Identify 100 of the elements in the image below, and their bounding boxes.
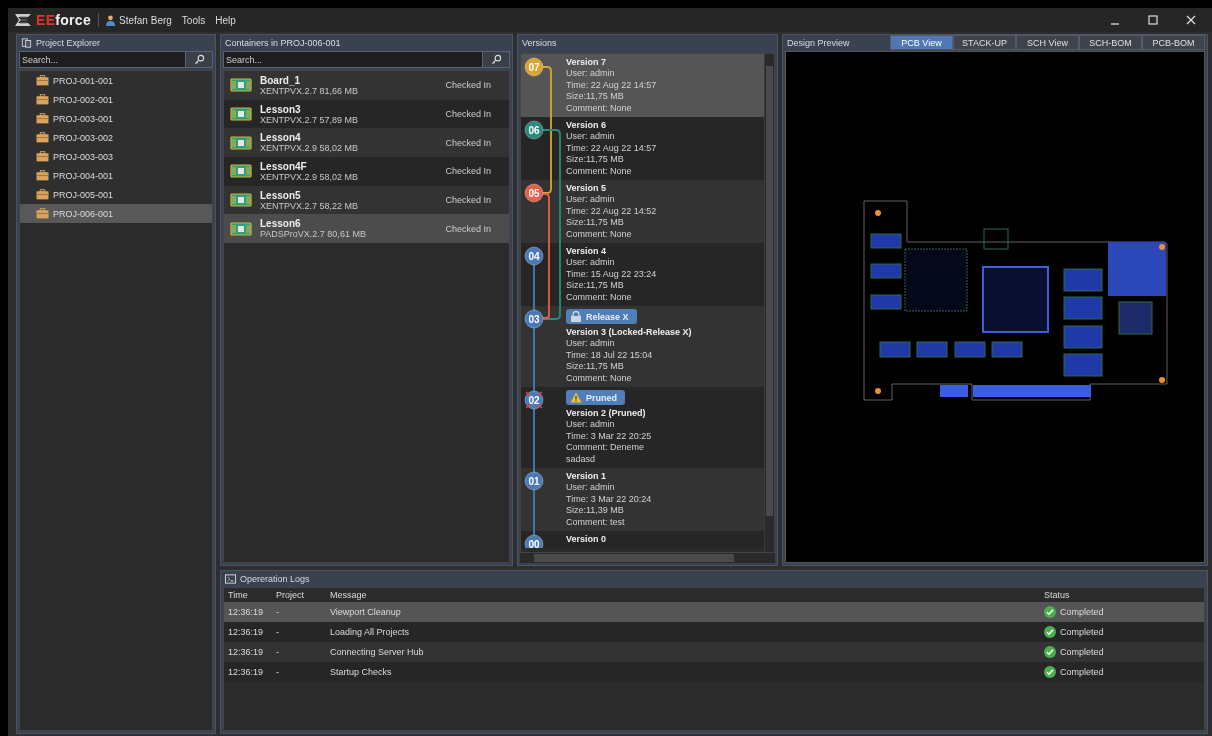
briefcase-icon	[36, 75, 49, 86]
container-status: Checked In	[445, 137, 491, 148]
project-item[interactable]: PROJ-003-001	[20, 109, 212, 128]
search-field[interactable]: Search...	[223, 51, 483, 68]
lock-icon	[570, 311, 582, 322]
table-cell-text: -	[276, 607, 280, 617]
container-info: XENTPVX.2.9 58,02 MB	[260, 143, 360, 154]
version-node[interactable]: 06	[524, 120, 544, 140]
log-row[interactable]: 12:36:19 - Viewport Cleanup Completed	[224, 602, 1204, 622]
circuit-board-icon	[230, 193, 252, 208]
project-label: PROJ-001-001	[53, 75, 114, 86]
table-cell-text: -	[276, 647, 280, 657]
container-name: Lesson3	[260, 103, 302, 115]
project-item[interactable]: PROJ-002-001	[20, 90, 212, 109]
container-status: Checked In	[445, 109, 491, 120]
version-title: Version 3 (Locked-Release X)	[566, 327, 692, 339]
container-item[interactable]: Lesson4 XENTPVX.2.9 58,02 MB Checked In	[224, 128, 509, 158]
view-tab[interactable]: PCB-BOM	[1142, 35, 1205, 50]
status-text: Completed	[1060, 627, 1104, 637]
container-name: Lesson4	[260, 132, 302, 144]
container-item[interactable]: Board_1 XENTPVX.2.7 81,66 MB Checked In	[224, 71, 509, 100]
container-info: XENTPVX.2.9 58,02 MB	[260, 171, 360, 182]
status-text: Completed	[1060, 667, 1104, 677]
project-item[interactable]: PROJ-004-001	[20, 166, 212, 185]
menu-item[interactable]: Tools	[181, 14, 206, 26]
version-title: Version 6	[566, 120, 607, 132]
scrollbar[interactable]	[520, 553, 775, 563]
close-icon[interactable]	[1186, 15, 1196, 25]
search-button[interactable]	[186, 51, 213, 68]
version-detail: User: admin	[566, 482, 615, 494]
project-item[interactable]: PROJ-005-001	[20, 185, 212, 204]
version-node[interactable]: 01	[524, 471, 544, 491]
version-node[interactable]: 04	[524, 246, 544, 266]
briefcase-icon	[36, 132, 49, 143]
version-detail: Time: 18 Jul 22 15:04	[566, 349, 653, 362]
maximize-icon[interactable]	[1148, 15, 1158, 25]
container-item[interactable]: Lesson6 PADSProVX.2.7 80,61 MB Checked In	[224, 214, 509, 244]
table-cell-text: 12:36:19	[228, 667, 265, 677]
container-name: Lesson5	[260, 189, 302, 201]
table-cell-text: -	[276, 667, 280, 677]
circuit-board-icon	[230, 135, 252, 150]
version-detail: Comment: None	[566, 102, 632, 115]
scrollbar[interactable]	[764, 54, 774, 552]
circuit-board-icon	[230, 107, 252, 122]
table-cell-text: -	[276, 627, 280, 637]
view-tab[interactable]: STACK-UP	[953, 35, 1016, 50]
search-field[interactable]: Search...	[19, 51, 186, 68]
version-detail: Comment: None	[566, 228, 632, 241]
log-row[interactable]: 12:36:19 - Startup Checks Completed	[224, 662, 1204, 682]
table-cell-text: 12:36:19	[228, 647, 265, 657]
container-status: Checked In	[445, 223, 491, 234]
container-item[interactable]: Lesson4F XENTPVX.2.9 58,02 MB Checked In	[224, 157, 509, 186]
version-detail: Size:11,75 MB	[566, 361, 624, 373]
circuit-board-icon	[230, 221, 252, 236]
panel-title: Opereration Logs	[240, 573, 310, 584]
version-detail: Size:11,75 MB	[566, 91, 624, 103]
version-detail: User: admin	[566, 419, 615, 431]
version-detail: Size:11,75 MB	[566, 217, 624, 229]
version-detail: Comment: test	[566, 516, 625, 529]
version-detail: Size:11,39 MB	[566, 505, 624, 517]
view-tab[interactable]: SCH-BOM	[1079, 35, 1142, 50]
panel-title: Project Explorer	[36, 37, 101, 48]
container-item[interactable]: Lesson3 XENTPVX.2.7 57,89 MB Checked In	[224, 99, 509, 129]
container-info: XENTPVX.2.7 81,66 MB	[260, 85, 360, 96]
panel-title: Design Preview	[787, 37, 850, 48]
search-icon	[490, 54, 502, 65]
version-title: Version 5	[566, 183, 607, 195]
version-detail: Time: 22 Aug 22 14:57	[566, 142, 657, 155]
log-row[interactable]: 12:36:19 - Loading All Projects Completed	[224, 622, 1204, 642]
version-tag: Pruned	[566, 390, 625, 405]
briefcase-icon	[36, 94, 49, 105]
table-cell-text: Startup Checks	[330, 667, 393, 677]
column-header: Project	[276, 590, 305, 600]
version-title: Version 7	[566, 57, 607, 69]
log-row[interactable]: 12:36:19 - Connecting Server Hub Completed	[224, 642, 1204, 662]
version-detail: User: admin	[566, 257, 615, 269]
project-item[interactable]: PROJ-001-001	[20, 71, 212, 90]
container-item[interactable]: Lesson5 XENTPVX.2.7 58,22 MB Checked In	[224, 185, 509, 215]
circuit-board-icon	[230, 164, 252, 179]
project-label: PROJ-003-002	[53, 132, 114, 143]
menu-item[interactable]: Stefan Berg	[119, 14, 172, 26]
version-node[interactable]: 00	[524, 534, 544, 548]
project-label: PROJ-002-001	[53, 94, 114, 105]
user-icon	[106, 14, 115, 26]
version-node[interactable]: 03	[524, 309, 544, 329]
view-tab[interactable]: PCB View	[890, 35, 953, 50]
version-detail: Comment: Deneme	[566, 442, 645, 454]
version-detail: Time: 15 Aug 22 23:24	[566, 268, 657, 281]
project-item[interactable]: PROJ-003-002	[20, 128, 212, 147]
version-detail: Comment: None	[566, 372, 632, 385]
version-detail: Comment: None	[566, 165, 632, 178]
view-tab[interactable]: SCH View	[1016, 35, 1079, 50]
search-button[interactable]	[483, 51, 510, 68]
version-node[interactable]: 02	[524, 390, 544, 410]
briefcase-icon	[36, 113, 49, 124]
container-name: Lesson4F	[260, 160, 308, 172]
container-name: Board_1	[260, 74, 301, 86]
menu-item[interactable]: Help	[215, 14, 236, 26]
project-item[interactable]: PROJ-003-003	[20, 147, 212, 166]
project-item[interactable]: PROJ-006-001	[20, 204, 212, 223]
